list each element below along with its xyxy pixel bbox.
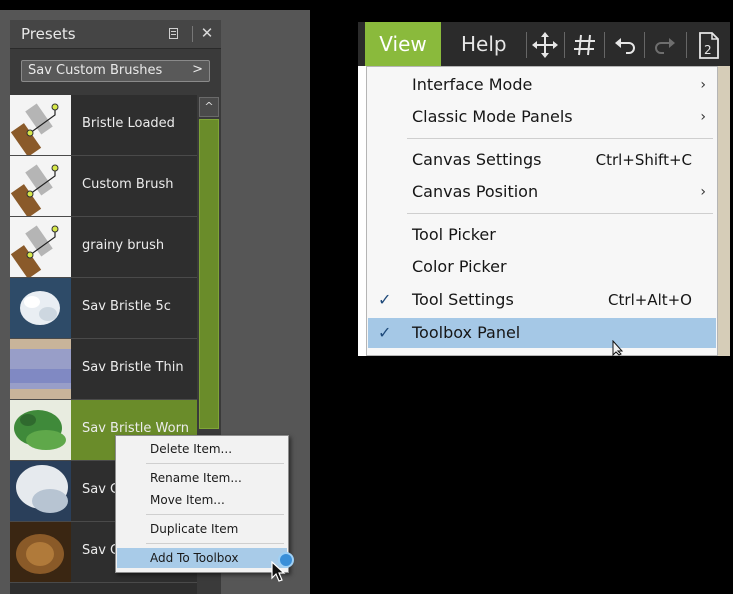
checkmark-icon: ✓ [378, 290, 392, 309]
item-label: Sav C [82, 482, 120, 497]
chevron-right-icon: › [700, 184, 706, 200]
item-label: Custom Brush [82, 177, 174, 192]
menu-bar: View Help 2 [358, 22, 730, 66]
view-menu-button[interactable]: View [365, 22, 441, 66]
menu-item-interface-mode[interactable]: Interface Mode › [368, 70, 716, 100]
shortcut-label: Ctrl+Alt+O [608, 291, 692, 309]
chevron-right-icon: › [700, 109, 706, 125]
menu-item-label: Interface Mode [412, 75, 533, 94]
view-menu-window: View Help 2 Interface Mode › Classic Mod… [358, 22, 730, 356]
menu-item-toolbox-panel[interactable]: ✓ Toolbox Panel [368, 318, 716, 348]
mouse-cursor-icon [612, 340, 624, 356]
presets-header: Presets ✕ [10, 20, 221, 49]
category-label: Sav Custom Brushes [28, 63, 163, 78]
item-label: Sav Bristle Worn [82, 421, 189, 436]
item-label: Sav Bristle Thin [82, 360, 184, 375]
move-item-option[interactable]: Move Item... [117, 490, 287, 510]
menu-item-label: Canvas Position [412, 182, 539, 201]
menu-item-label: Canvas Settings [412, 150, 542, 169]
chevron-right-icon: › [700, 77, 706, 93]
menu-item-label: Color Picker [412, 257, 507, 276]
menu-separator [146, 543, 284, 544]
redo-icon[interactable] [650, 30, 680, 60]
menu-item-classic-mode-panels[interactable]: Classic Mode Panels › [368, 102, 716, 132]
brush-thumbnail [10, 339, 71, 399]
item-label: Sav Bristle 5c [82, 299, 171, 314]
list-item[interactable]: Sav Bristle 5c [10, 278, 197, 339]
menu-item-color-picker[interactable]: Color Picker [368, 252, 716, 282]
mouse-cursor-icon [271, 561, 286, 582]
add-to-toolbox-option[interactable]: Add To Toolbox [117, 548, 287, 568]
panel-title: Presets [21, 25, 76, 43]
list-item[interactable]: Custom Brush [10, 156, 197, 217]
close-icon[interactable]: ✕ [197, 23, 217, 43]
brush-thumbnail [10, 217, 71, 277]
brush-thumbnail [10, 278, 71, 338]
menu-item-canvas-position[interactable]: Canvas Position › [368, 177, 716, 207]
menu-item-label: Toolbox Panel [412, 323, 521, 342]
list-item[interactable]: Bristle Loaded [10, 95, 197, 156]
menubar-divider [604, 32, 605, 58]
menu-item-tool-picker[interactable]: Tool Picker [368, 220, 716, 250]
menubar-divider [526, 32, 527, 58]
scroll-thumb[interactable] [199, 119, 219, 429]
menu-separator [407, 138, 713, 139]
brush-thumbnail [10, 95, 71, 155]
background-canvas [716, 66, 730, 356]
chevron-right-icon: > [192, 62, 203, 77]
menubar-divider [564, 32, 565, 58]
menu-item-tool-settings[interactable]: ✓ Tool Settings Ctrl+Alt+O [368, 285, 716, 315]
brush-thumbnail [10, 156, 71, 216]
menu-separator [407, 213, 713, 214]
grid-icon[interactable] [570, 30, 600, 60]
scroll-up-button[interactable]: ^ [199, 97, 219, 117]
menubar-divider [644, 32, 645, 58]
page-icon[interactable]: 2 [694, 30, 724, 60]
menu-item-label: Tool Picker [412, 225, 496, 244]
menu-item-label: Tool Settings [412, 290, 514, 309]
view-dropdown-menu: Interface Mode › Classic Mode Panels › C… [366, 66, 718, 356]
list-item[interactable]: grainy brush [10, 217, 197, 278]
delete-item-option[interactable]: Delete Item... [117, 439, 287, 459]
brush-thumbnail [10, 400, 71, 460]
undo-icon[interactable] [610, 30, 640, 60]
menu-separator [146, 463, 284, 464]
move-icon[interactable] [530, 30, 560, 60]
item-label: Sav C [82, 543, 120, 558]
panel-menu-icon[interactable] [169, 28, 178, 39]
list-item[interactable]: Sav Bristle Thin [10, 339, 197, 400]
context-menu: Delete Item... Rename Item... Move Item.… [115, 435, 289, 573]
category-dropdown[interactable]: Sav Custom Brushes > [21, 60, 210, 82]
item-label: Bristle Loaded [82, 116, 175, 131]
header-divider [192, 26, 193, 42]
help-menu-button[interactable]: Help [461, 22, 507, 66]
rename-item-option[interactable]: Rename Item... [117, 468, 287, 488]
duplicate-item-option[interactable]: Duplicate Item [117, 519, 287, 539]
menu-item-canvas-settings[interactable]: Canvas Settings Ctrl+Shift+C [368, 145, 716, 175]
svg-text:2: 2 [704, 43, 712, 57]
menu-separator [146, 514, 284, 515]
menubar-divider [686, 32, 687, 58]
brush-thumbnail [10, 461, 71, 521]
item-label: grainy brush [82, 238, 165, 253]
brush-thumbnail [10, 522, 71, 582]
menu-item-label: Classic Mode Panels [412, 107, 573, 126]
shortcut-label: Ctrl+Shift+C [595, 151, 692, 169]
checkmark-icon: ✓ [378, 323, 392, 342]
